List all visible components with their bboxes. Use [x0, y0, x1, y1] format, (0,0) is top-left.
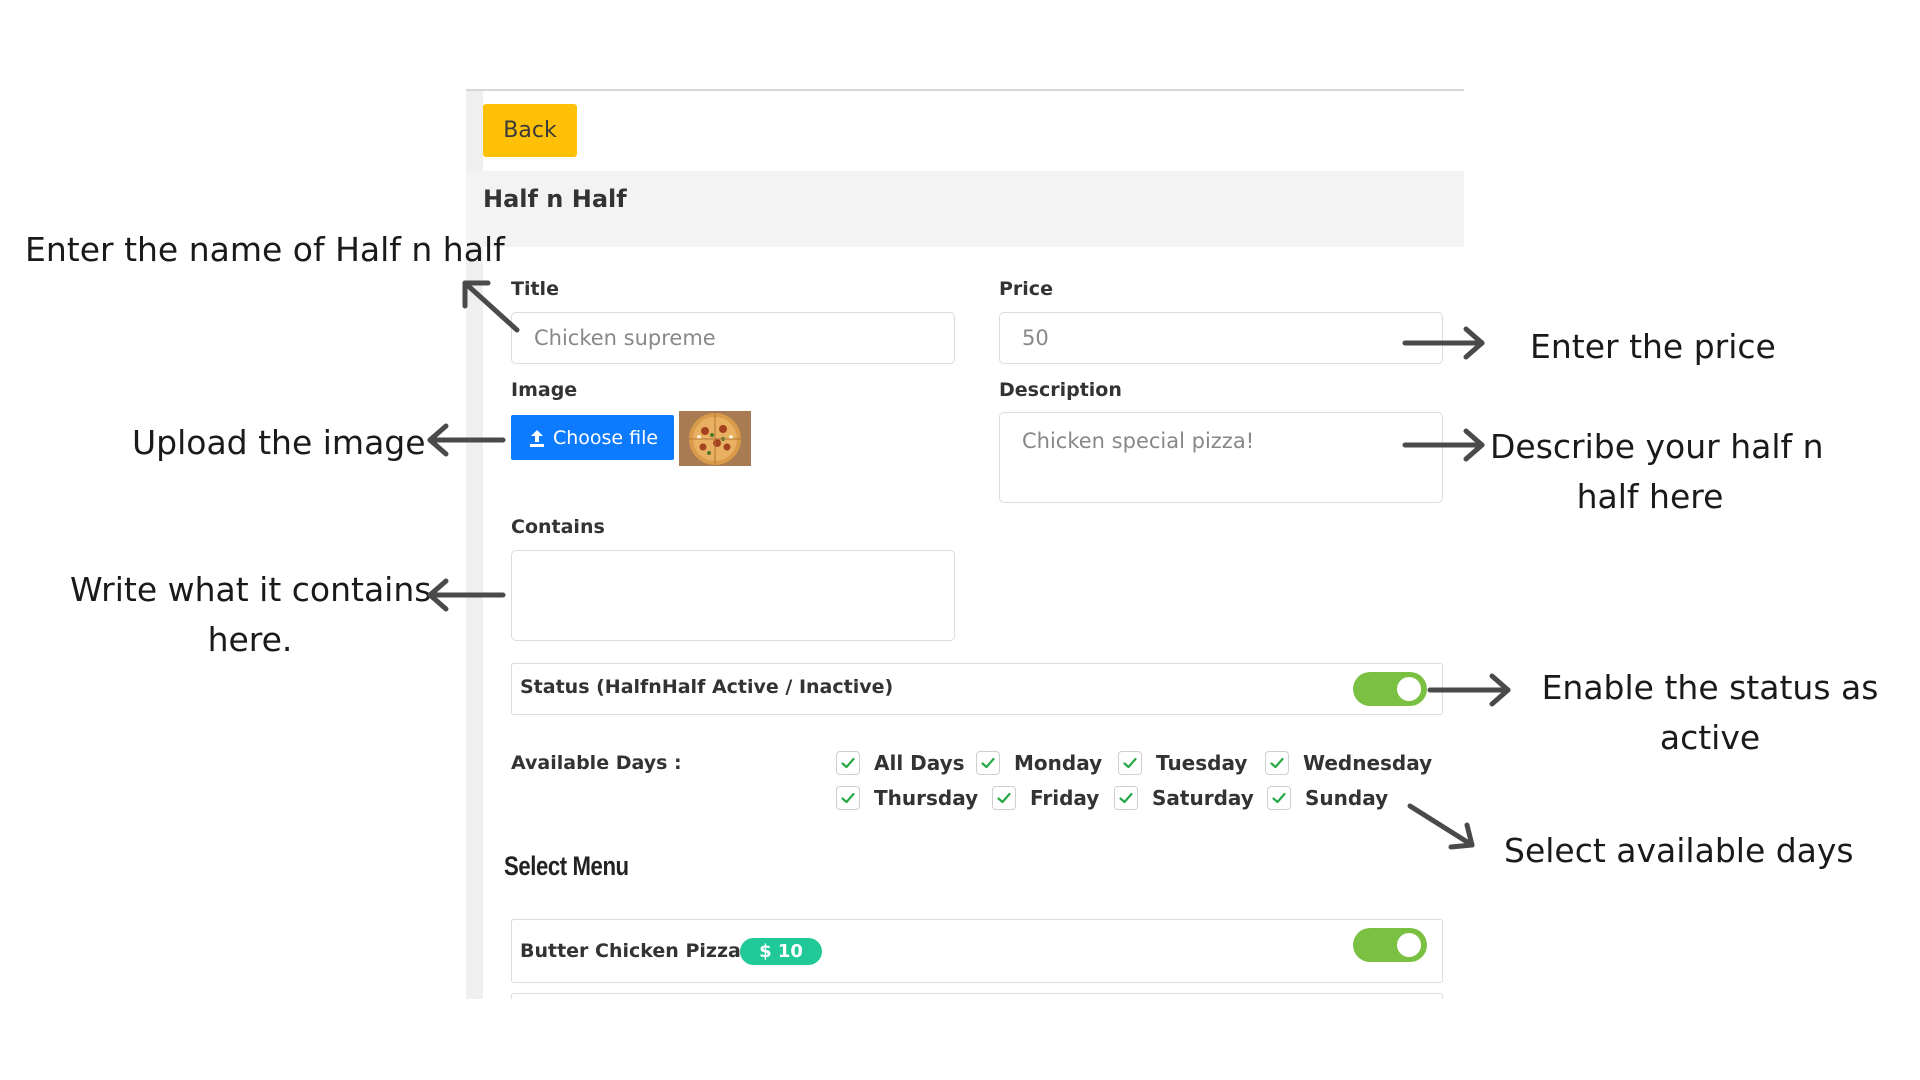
check-icon [981, 757, 995, 769]
day-label: Friday [1030, 786, 1100, 810]
choose-file-label: Choose file [552, 426, 659, 449]
status-toggle[interactable] [1353, 672, 1427, 706]
annotation-contains-line1: Write what it contains [70, 570, 432, 609]
check-icon [1270, 757, 1284, 769]
annotation-description-line2: half here [1576, 477, 1724, 516]
checkbox [836, 751, 860, 775]
day-label: Tuesday [1156, 751, 1248, 775]
annotation-contains: Write what it contains here. [70, 565, 432, 665]
status-label: Status (HalfnHalf Active / Inactive) [520, 676, 894, 698]
day-checkbox-saturday[interactable]: Saturday [1114, 786, 1254, 810]
top-divider [466, 89, 1464, 91]
day-label: Sunday [1305, 786, 1389, 810]
day-checkbox-wednesday[interactable]: Wednesday [1265, 751, 1432, 775]
page-title: Half n Half [483, 185, 627, 213]
checkbox [1118, 751, 1142, 775]
title-label: Title [511, 278, 559, 300]
annotation-image: Upload the image [132, 423, 426, 462]
title-input[interactable]: Chicken supreme [511, 312, 955, 364]
pizza-thumbnail-image [679, 411, 751, 466]
choose-file-button[interactable]: Choose file [511, 415, 674, 460]
form-page: Back Half n Half Title Chicken supreme P… [466, 89, 1464, 999]
annotation-description: Describe your half n half here [1490, 422, 1824, 522]
image-label: Image [511, 379, 578, 401]
annotation-status-line1: Enable the status as [1541, 668, 1879, 707]
next-menu-row-edge [511, 993, 1443, 999]
checkbox [1114, 786, 1138, 810]
toggle-knob [1397, 677, 1421, 701]
annotation-description-line1: Describe your half n [1490, 427, 1824, 466]
section-header: Half n Half [466, 171, 1464, 247]
select-menu-heading: Select Menu [504, 851, 629, 881]
menu-item-row: Butter Chicken Pizza $ 10 [511, 919, 1443, 983]
day-label: Wednesday [1303, 751, 1433, 775]
checkbox [992, 786, 1016, 810]
menu-item-toggle[interactable] [1353, 928, 1427, 962]
contains-label: Contains [511, 516, 605, 538]
checkbox [976, 751, 1000, 775]
annotation-days: Select available days [1504, 831, 1854, 870]
day-checkbox-tuesday[interactable]: Tuesday [1118, 751, 1247, 775]
toggle-knob [1397, 933, 1421, 957]
upload-icon [529, 429, 544, 447]
day-checkbox-friday[interactable]: Friday [992, 786, 1099, 810]
checkbox [836, 786, 860, 810]
day-label: Monday [1014, 751, 1103, 775]
annotation-status-line2: active [1659, 718, 1761, 757]
price-badge: $ 10 [740, 938, 822, 965]
check-icon [1123, 757, 1137, 769]
annotation-status: Enable the status as active [1540, 663, 1880, 763]
day-label: Thursday [874, 786, 979, 810]
annotation-name: Enter the name of Half n half [25, 230, 505, 269]
annotation-price: Enter the price [1530, 327, 1776, 366]
day-label: All Days [874, 751, 965, 775]
checkbox [1267, 786, 1291, 810]
check-icon [1272, 792, 1286, 804]
day-checkbox-sunday[interactable]: Sunday [1267, 786, 1388, 810]
contains-textarea[interactable] [511, 550, 955, 641]
description-label: Description [999, 379, 1122, 401]
day-checkbox-thursday[interactable]: Thursday [836, 786, 978, 810]
check-icon [997, 792, 1011, 804]
check-icon [1119, 792, 1133, 804]
status-row: Status (HalfnHalf Active / Inactive) [511, 663, 1443, 715]
day-checkbox-all-days[interactable]: All Days [836, 751, 965, 775]
title-input-value: Chicken supreme [534, 326, 716, 350]
available-days-label: Available Days : [511, 752, 682, 774]
price-label: Price [999, 278, 1053, 300]
description-textarea[interactable]: Chicken special pizza! [999, 412, 1443, 503]
back-button[interactable]: Back [483, 104, 577, 157]
check-icon [841, 757, 855, 769]
price-input[interactable]: 50 [999, 312, 1443, 364]
day-checkbox-monday[interactable]: Monday [976, 751, 1102, 775]
description-textarea-value: Chicken special pizza! [1022, 429, 1255, 453]
day-label: Saturday [1152, 786, 1254, 810]
annotation-contains-line2: here. [207, 620, 293, 659]
check-icon [841, 792, 855, 804]
checkbox [1265, 751, 1289, 775]
menu-item-name: Butter Chicken Pizza [520, 940, 741, 962]
price-input-value: 50 [1022, 326, 1049, 350]
